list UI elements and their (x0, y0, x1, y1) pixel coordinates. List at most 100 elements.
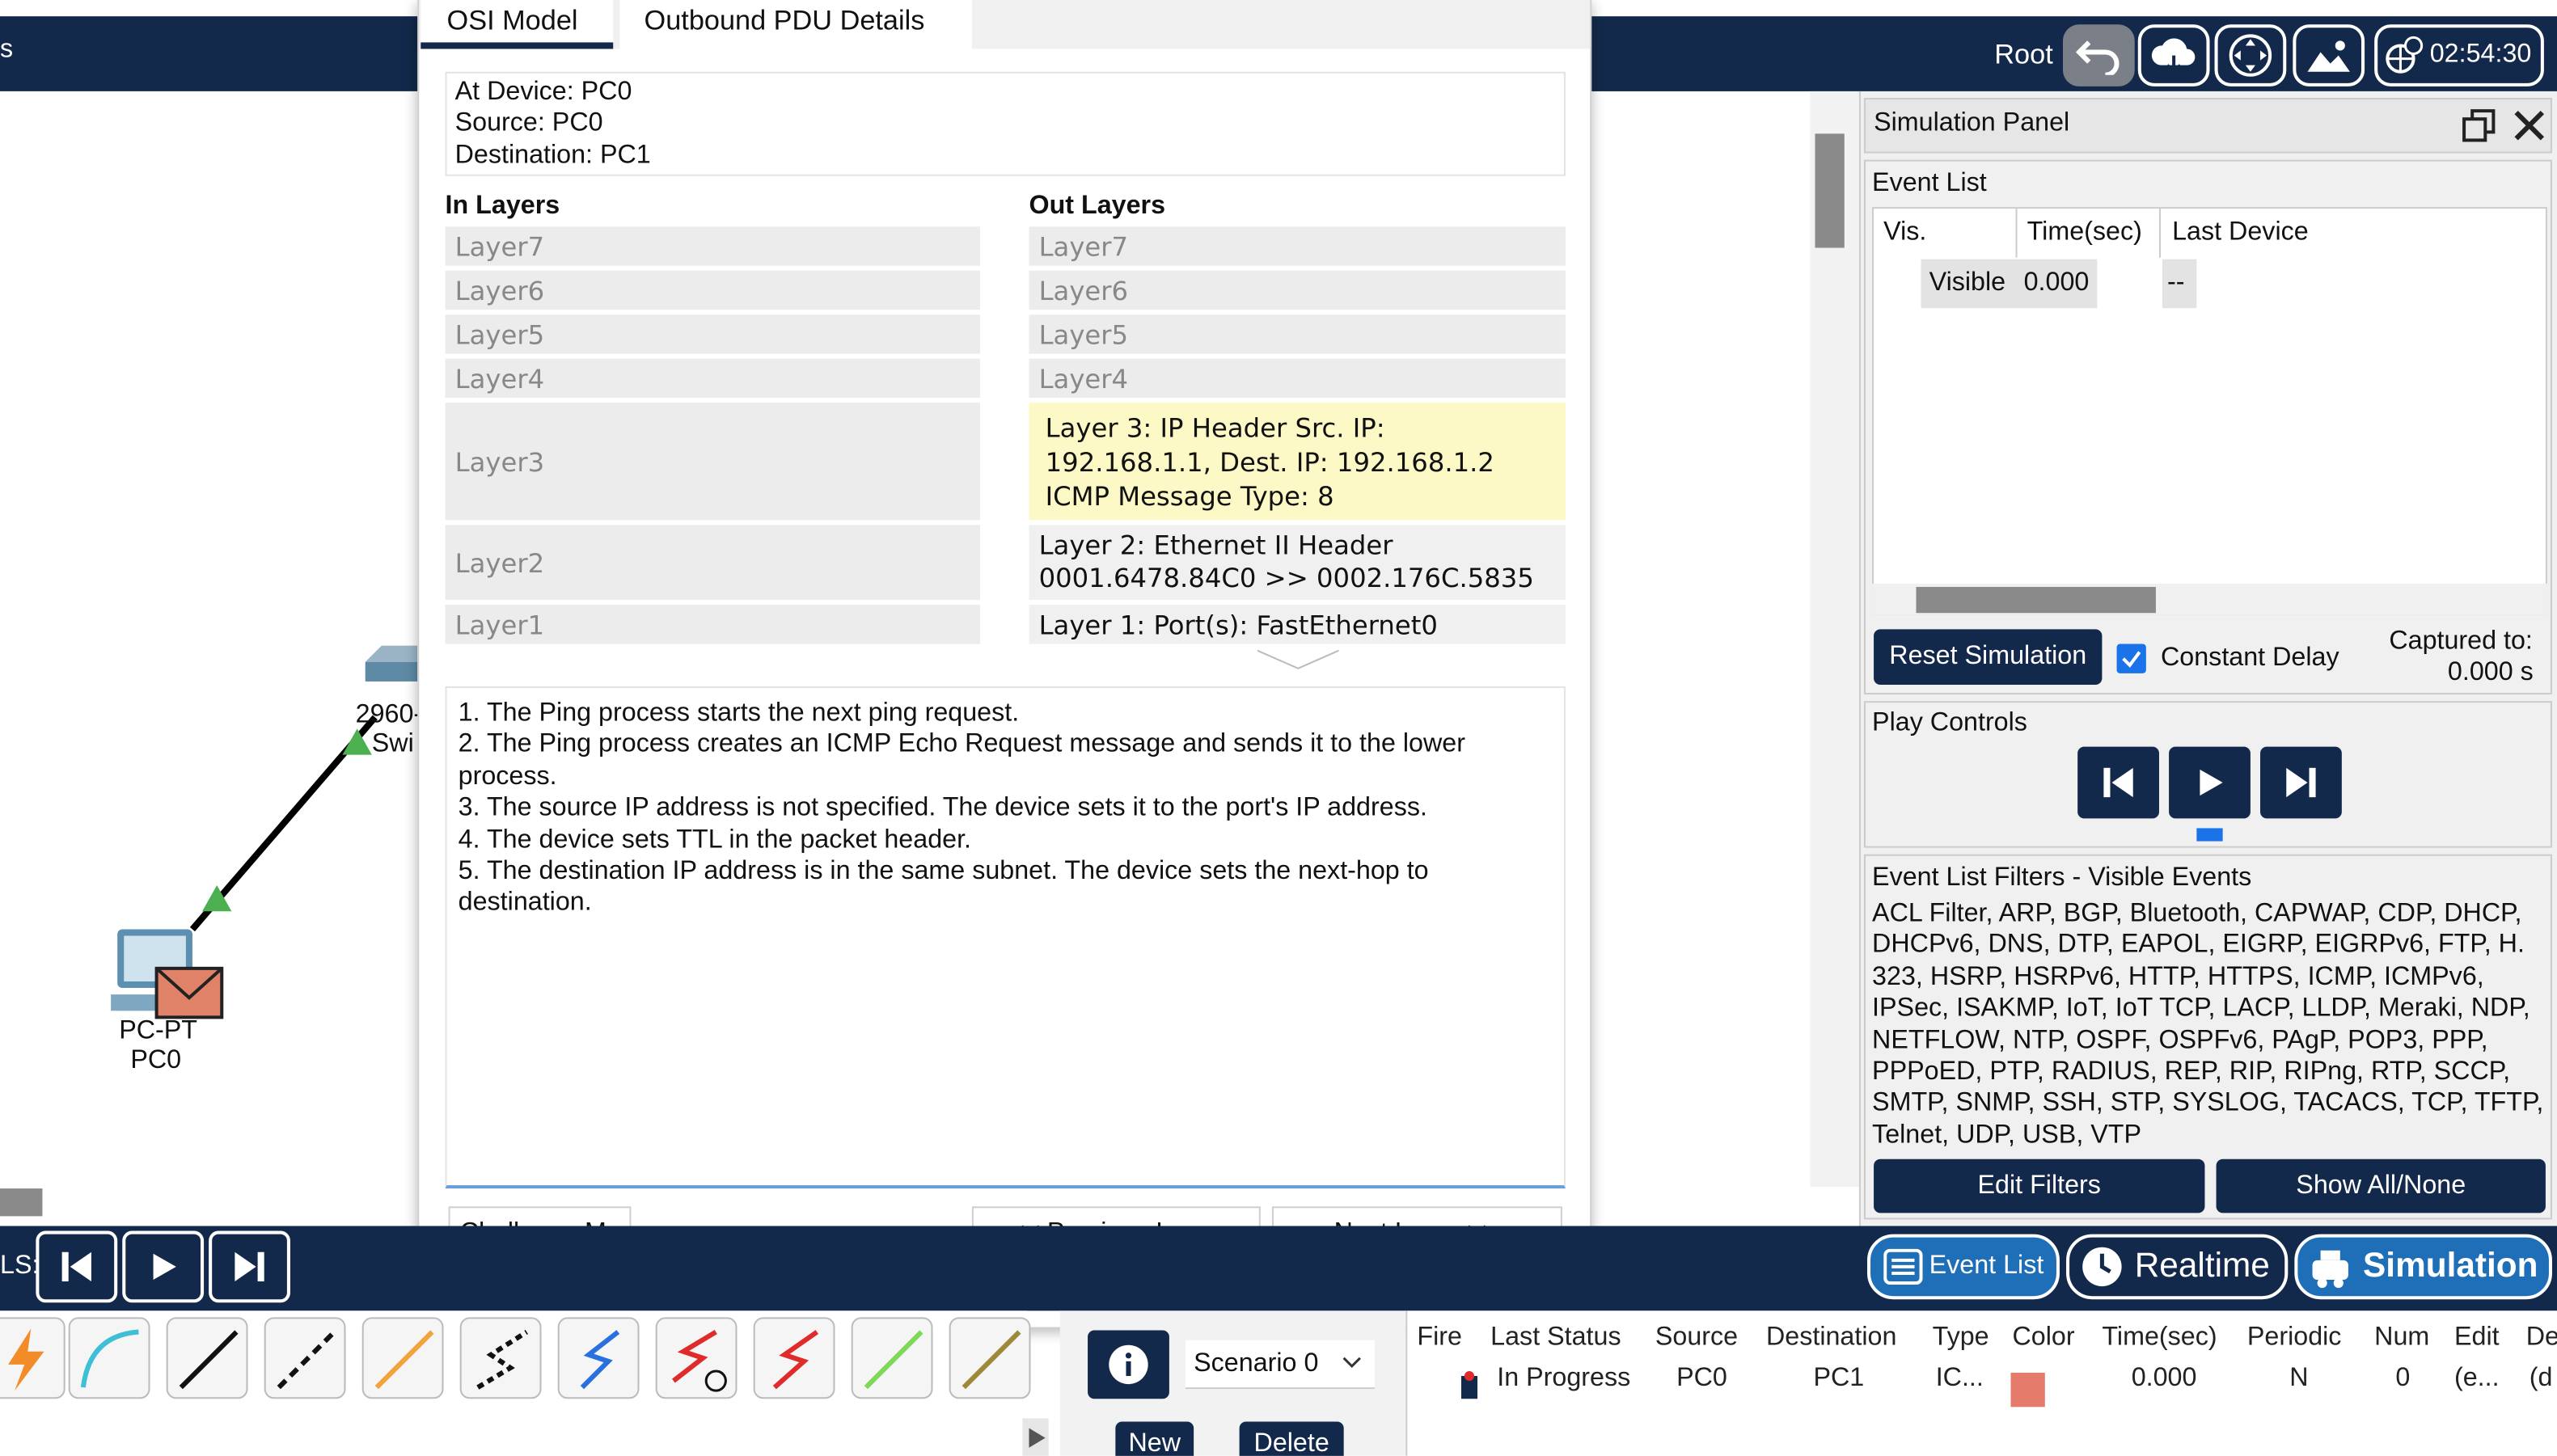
workspace-hscroll-thumb[interactable] (0, 1188, 43, 1217)
delete-scenario-button[interactable]: Delete (1239, 1421, 1344, 1456)
root-label[interactable]: Root (1994, 39, 2052, 71)
crossover-cable-icon (277, 1330, 336, 1390)
palette-expand-arrow[interactable] (1022, 1418, 1049, 1456)
out-layer-5[interactable]: Layer5 (1029, 314, 1566, 354)
tool-serial-dce[interactable] (655, 1317, 738, 1399)
reset-simulation-button[interactable]: Reset Simulation (1874, 629, 2103, 685)
close-icon[interactable] (2512, 108, 2547, 143)
tool-phone-cable[interactable] (459, 1317, 542, 1399)
in-layer-4[interactable]: Layer4 (445, 358, 980, 399)
list-icon (1883, 1248, 1923, 1285)
out-layer-2-line2: 0001.6478.84C0 >> 0002.176C.5835 (1038, 562, 1534, 594)
constant-delay-checkbox[interactable] (2116, 644, 2146, 673)
col-last-device-header[interactable]: Last Device (2172, 218, 2309, 247)
tab-outbound-pdu[interactable]: Outbound PDU Details (619, 0, 972, 49)
switch-icon[interactable] (356, 639, 421, 705)
hdr-num[interactable]: Num (2374, 1323, 2429, 1353)
tool-auto-connection[interactable] (0, 1317, 66, 1399)
time-forward-button[interactable] (209, 1230, 290, 1303)
tool-straight-cable[interactable] (166, 1317, 248, 1399)
in-layer-3[interactable]: Layer3 (445, 403, 980, 521)
hdr-periodic[interactable]: Periodic (2247, 1323, 2342, 1353)
out-layer-6[interactable]: Layer6 (1029, 270, 1566, 310)
time-back-button[interactable] (36, 1230, 118, 1303)
row-edit[interactable]: (e... (2454, 1365, 2500, 1394)
realtime-mode-label: Realtime (2134, 1247, 2270, 1285)
out-layer-1[interactable]: Layer 1: Port(s): FastEthernet0 (1029, 605, 1566, 644)
new-scenario-button[interactable]: New (1115, 1421, 1194, 1456)
play-speed-slider-thumb[interactable] (2196, 828, 2223, 842)
undo-button[interactable] (2062, 24, 2135, 87)
out-layer-2-line1: Layer 2: Ethernet II Header (1038, 530, 1393, 561)
pc-icon[interactable] (108, 922, 225, 1023)
play-button[interactable] (2169, 746, 2251, 819)
constant-delay-label: Constant Delay (2160, 644, 2339, 672)
col-vis-header[interactable]: Vis. (1883, 218, 1926, 247)
event-row-time: 0.000 (2023, 268, 2090, 298)
simulation-mode-button[interactable]: Simulation (2294, 1234, 2552, 1300)
hdr-delete[interactable]: De (2526, 1323, 2557, 1353)
tool-crossover-cable[interactable] (264, 1317, 346, 1399)
hdr-edit[interactable]: Edit (2454, 1323, 2500, 1353)
move-icon (2229, 34, 2272, 77)
info-button[interactable] (1088, 1330, 1169, 1399)
out-layer-7[interactable]: Layer7 (1029, 226, 1566, 266)
tool-serial-dte[interactable] (753, 1317, 835, 1399)
background-image-button[interactable] (2293, 24, 2365, 87)
hdr-destination[interactable]: Destination (1766, 1323, 1896, 1353)
in-layer-1[interactable]: Layer1 (445, 605, 980, 644)
scenario-select[interactable]: Scenario 0 (1186, 1340, 1375, 1390)
step-forward-button[interactable] (2260, 746, 2342, 819)
move-button[interactable] (2214, 24, 2287, 87)
chevron-down-icon (1342, 1357, 1361, 1369)
out-layer-3[interactable]: Layer 3: IP Header Src. IP: 192.168.1.1,… (1029, 403, 1566, 521)
row-destination: PC1 (1813, 1364, 1865, 1393)
tab-outbound-pdu-label: Outbound PDU Details (644, 5, 925, 36)
cloud-button[interactable] (2137, 24, 2210, 87)
out-layer-2[interactable]: Layer 2: Ethernet II Header 0001.6478.84… (1029, 525, 1566, 601)
play-small-icon (1029, 1428, 1046, 1448)
event-row-last-device: -- (2162, 259, 2197, 309)
expand-chevron-icon[interactable] (1257, 648, 1339, 670)
col-divider-2 (2158, 209, 2161, 258)
row-delete[interactable]: (d (2530, 1365, 2553, 1394)
edit-filters-button[interactable]: Edit Filters (1874, 1158, 2205, 1213)
globe-clock-icon (2386, 36, 2424, 74)
tool-octal-cable[interactable] (851, 1317, 933, 1399)
event-list-title: Event List (1872, 169, 1987, 198)
col-time-header[interactable]: Time(sec) (2027, 218, 2142, 247)
realtime-mode-button[interactable]: Realtime (2066, 1234, 2289, 1300)
tool-fiber-cable[interactable] (361, 1317, 444, 1399)
hdr-type[interactable]: Type (1933, 1323, 1989, 1353)
row-color-swatch (2010, 1372, 2045, 1407)
tab-osi-model[interactable]: OSI Model (421, 0, 614, 49)
clock-display: 02:54:30 (2374, 24, 2544, 87)
hdr-fire[interactable]: Fire (1417, 1323, 1462, 1353)
hdr-last-status[interactable]: Last Status (1490, 1323, 1621, 1353)
octal-cable-icon (864, 1330, 923, 1390)
in-layer-7[interactable]: Layer7 (445, 226, 980, 266)
tool-coaxial-cable[interactable] (557, 1317, 640, 1399)
out-layer-4[interactable]: Layer4 (1029, 358, 1566, 399)
tool-console-cable[interactable] (68, 1317, 150, 1399)
fire-indicator-icon[interactable] (1460, 1369, 1481, 1402)
in-layer-6[interactable]: Layer6 (445, 270, 980, 310)
show-all-none-button[interactable]: Show All/None (2216, 1158, 2546, 1213)
hdr-source[interactable]: Source (1655, 1323, 1738, 1353)
step-back-button[interactable] (2077, 746, 2159, 819)
hdr-time[interactable]: Time(sec) (2102, 1323, 2217, 1353)
workspace-vscroll-thumb[interactable] (1815, 133, 1845, 248)
description-box[interactable]: 1. The Ping process starts the next ping… (445, 686, 1566, 1189)
event-list-mode-button[interactable]: Event List (1867, 1234, 2060, 1300)
tool-iot-cable[interactable] (949, 1317, 1031, 1399)
in-layer-5[interactable]: Layer5 (445, 314, 980, 354)
mode-bar-left-fragment: LS: (0, 1251, 40, 1281)
straight-cable-icon (179, 1330, 239, 1390)
hdr-color[interactable]: Color (2012, 1323, 2074, 1353)
description-line-2: 2. The Ping process creates an ICMP Echo… (458, 731, 1465, 791)
event-list-hscroll-thumb[interactable] (1916, 586, 2156, 614)
in-layer-2[interactable]: Layer2 (445, 525, 980, 601)
workspace-vscroll[interactable] (1810, 91, 1859, 1188)
time-play-button[interactable] (122, 1230, 205, 1303)
restore-window-icon[interactable] (2461, 108, 2496, 143)
